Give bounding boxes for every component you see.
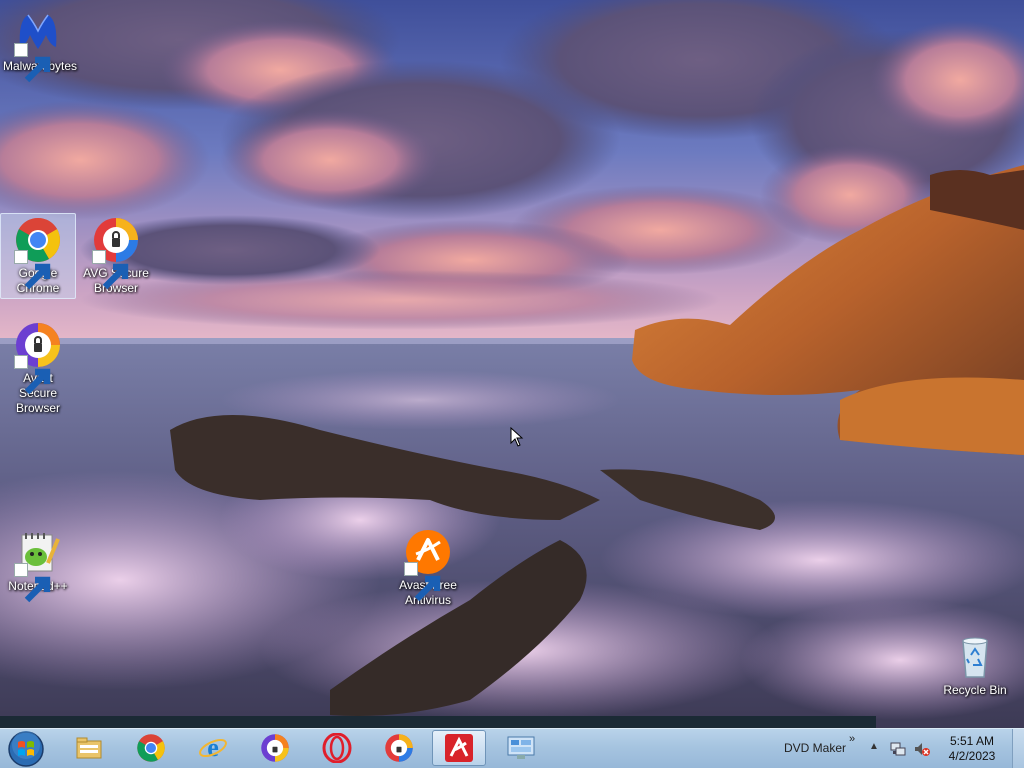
desktop-wallpaper bbox=[0, 0, 1024, 728]
avg-secure-browser-icon bbox=[385, 734, 413, 762]
show-desktop-button[interactable] bbox=[1012, 729, 1024, 768]
file-explorer-icon bbox=[76, 737, 102, 759]
desktop-icon-malwarebytes[interactable]: Malwarebytes bbox=[0, 6, 77, 83]
notepad-plus-plus-icon bbox=[14, 529, 62, 603]
desktop-icon-avast-free-antivirus[interactable]: Avast Free Antivirus bbox=[390, 525, 466, 611]
taskbar-avira-button[interactable] bbox=[432, 730, 486, 766]
taskbar: e DVD Maker » ▲ 5:51 AM 4/2/2023 bbox=[0, 728, 1024, 768]
desktop-icon-avast-secure-browser[interactable]: Avast Secure Browser bbox=[0, 318, 76, 419]
recycle-bin-icon bbox=[951, 633, 999, 681]
volume-muted-icon[interactable] bbox=[913, 740, 931, 758]
taskbar-toolbar-label[interactable]: DVD Maker bbox=[784, 741, 846, 755]
control-panel-icon bbox=[507, 736, 535, 759]
windows-start-orb-icon bbox=[8, 731, 44, 767]
desktop-icon-google-chrome[interactable]: Google Chrome bbox=[0, 213, 76, 299]
desktop-icon-label: Recycle Bin bbox=[943, 683, 1007, 697]
clock-date: 4/2/2023 bbox=[948, 749, 996, 763]
chrome-icon bbox=[137, 734, 165, 762]
clock-time: 5:51 AM bbox=[949, 734, 995, 748]
taskbar-chrome-button[interactable] bbox=[124, 730, 178, 766]
internet-explorer-icon: e bbox=[199, 733, 227, 762]
show-hidden-icons-button[interactable]: ▲ bbox=[869, 741, 879, 752]
taskbar-file-explorer-button[interactable] bbox=[62, 730, 116, 766]
avast-secure-browser-icon bbox=[261, 734, 289, 762]
shortcut-arrow-icon bbox=[92, 250, 129, 290]
network-icon[interactable] bbox=[889, 740, 907, 758]
desktop-icon-avg-secure-browser[interactable]: AVG Secure Browser bbox=[78, 213, 154, 299]
malwarebytes-icon bbox=[14, 9, 62, 83]
toolbar-chevron-icon[interactable]: » bbox=[849, 733, 855, 745]
taskbar-control-panel-button[interactable] bbox=[494, 730, 548, 766]
desktop-icon-notepad-plus-plus[interactable]: Notepad++ bbox=[0, 526, 76, 603]
shortcut-arrow-icon bbox=[404, 562, 441, 602]
taskbar-internet-explorer-button[interactable]: e bbox=[186, 730, 240, 766]
chrome-icon bbox=[14, 216, 62, 290]
svg-text:e: e bbox=[207, 733, 219, 762]
desktop-icon-recycle-bin[interactable]: Recycle Bin bbox=[937, 630, 1013, 701]
shortcut-arrow-icon bbox=[14, 355, 51, 395]
avg-secure-browser-icon bbox=[92, 216, 140, 290]
shortcut-arrow-icon bbox=[14, 43, 51, 83]
shortcut-arrow-icon bbox=[14, 250, 51, 290]
shortcut-arrow-icon bbox=[14, 563, 51, 603]
start-button[interactable] bbox=[6, 730, 46, 768]
mouse-cursor-icon bbox=[510, 427, 524, 447]
system-clock[interactable]: 5:51 AM 4/2/2023 bbox=[940, 734, 1004, 764]
taskbar-avast-secure-browser-button[interactable] bbox=[248, 730, 302, 766]
opera-icon bbox=[322, 733, 352, 763]
avast-antivirus-icon bbox=[404, 528, 452, 602]
taskbar-opera-button[interactable] bbox=[310, 730, 364, 766]
avast-secure-browser-icon bbox=[14, 321, 62, 395]
taskbar-avg-secure-browser-button[interactable] bbox=[372, 730, 426, 766]
avira-icon bbox=[445, 734, 473, 762]
taskbar-top-edge bbox=[0, 716, 876, 728]
